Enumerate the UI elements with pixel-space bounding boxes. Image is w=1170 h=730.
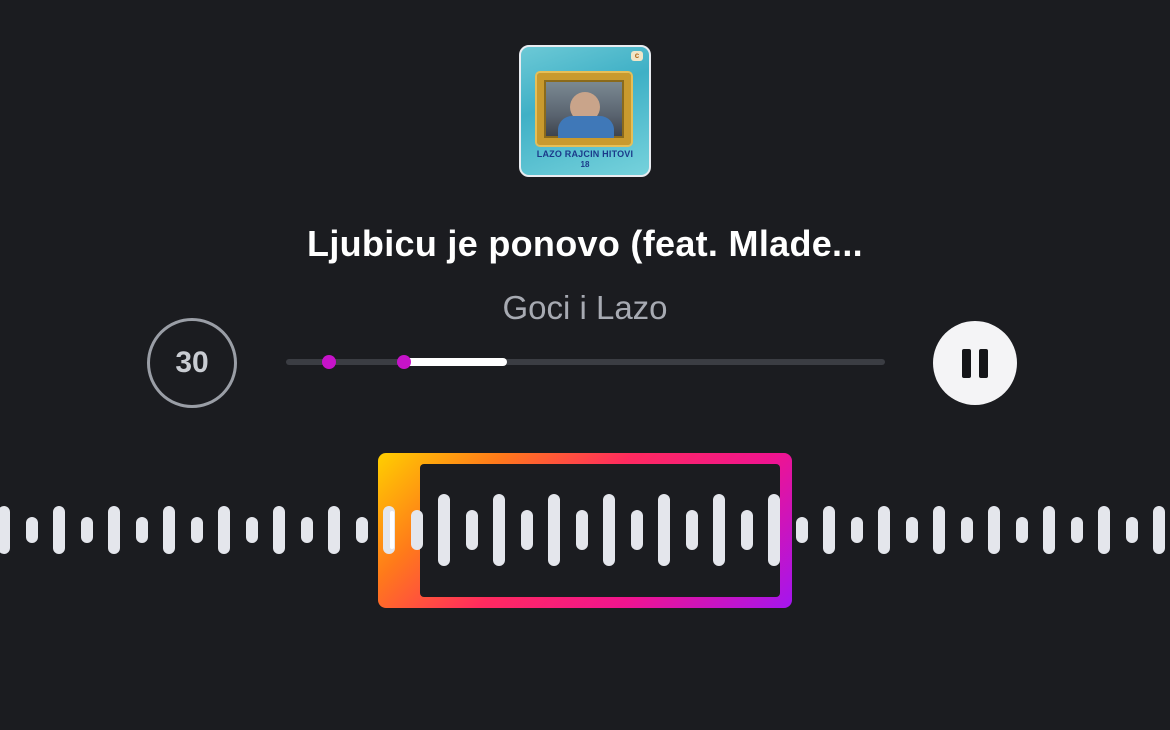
waveform-bar [933,506,945,554]
clip-duration-button[interactable]: 30 [147,318,237,408]
album-cover-title: LAZO RAJCIN HITOVI [536,149,634,159]
waveform-bar [0,506,10,554]
scrubber-clip-marker[interactable] [397,355,411,369]
waveform-bar [300,517,313,543]
waveform-bar [245,517,258,543]
waveform-bar [108,506,120,554]
album-art-picture-frame [537,73,631,145]
waveform-bar [850,517,863,543]
waveform-bar [988,506,1000,554]
waveform-bar [1043,506,1055,554]
waveform-bar [273,506,285,554]
waveform-bar [823,506,835,554]
waveform-bar [53,506,65,554]
label-logo-icon: c [631,51,643,61]
waveform-bar [328,506,340,554]
waveform-bar [25,517,38,543]
waveform-bar [795,517,808,543]
music-clip-editor: c LAZO RAJCIN HITOVI 18 Ljubicu je ponov… [0,0,1170,730]
waveform-bar [1125,517,1138,543]
waveform-bar [80,517,93,543]
waveform-bar [218,506,230,554]
clip-selection-window[interactable] [378,453,792,608]
waveform-bar [135,517,148,543]
pause-button[interactable] [933,321,1017,405]
scrubber-start-marker[interactable] [322,355,336,369]
scrubber-progress-fill [403,358,507,366]
song-scrubber[interactable] [286,355,885,369]
waveform-bar [163,506,175,554]
album-art: c LAZO RAJCIN HITOVI 18 [519,45,651,177]
album-art-figure-body [558,116,614,138]
pause-icon-bar [979,349,988,378]
track-title: Ljubicu je ponovo (feat. Mlade... [307,223,863,264]
pause-icon [962,349,971,378]
waveform-bar [960,517,973,543]
waveform-bar [1153,506,1165,554]
waveform-bar [878,506,890,554]
waveform-bar [190,517,203,543]
album-cover-number: 18 [580,160,590,169]
waveform-bar [1098,506,1110,554]
waveform-bar [1070,517,1083,543]
waveform-bar [355,517,368,543]
waveform-bar [1015,517,1028,543]
clip-selection-inner [420,464,780,597]
waveform-bar [905,517,918,543]
